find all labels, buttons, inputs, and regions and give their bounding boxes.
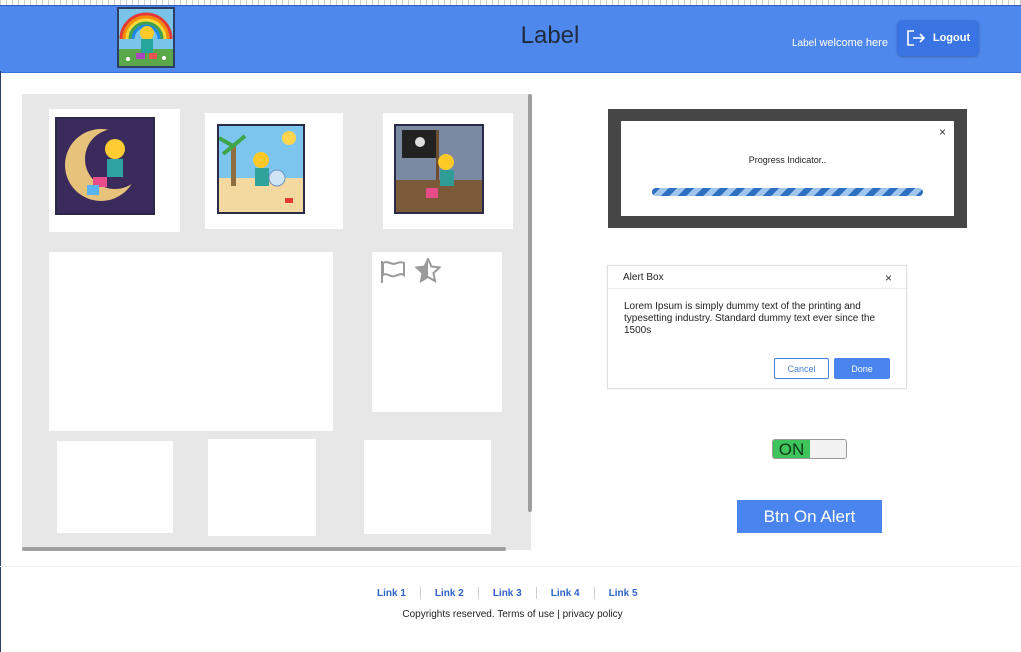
welcome-text: welcome here	[819, 37, 888, 49]
vertical-scrollbar[interactable]	[528, 94, 532, 512]
copyright-separator: |	[557, 609, 560, 620]
scroll-panel	[22, 94, 531, 550]
cancel-button[interactable]: Cancel	[774, 358, 829, 379]
progress-dialog: × Progress Indicator..	[608, 109, 967, 228]
toggle-on-label: ON	[773, 440, 810, 458]
footer-link-4[interactable]: Link 4	[551, 588, 580, 599]
logout-button[interactable]: Logout	[897, 20, 979, 56]
logout-icon	[907, 30, 925, 46]
footer-link-separator	[419, 587, 421, 599]
footer-divider	[0, 566, 1021, 567]
pixel-art-sun-creature-logo-icon	[119, 9, 173, 66]
alert-close-icon[interactable]: ×	[885, 271, 892, 285]
logout-label: Logout	[932, 32, 971, 44]
image-card-2[interactable]	[205, 113, 343, 229]
btn-on-alert-button[interactable]: Btn On Alert	[737, 500, 882, 533]
alert-divider	[608, 288, 908, 289]
progress-close-icon[interactable]: ×	[939, 125, 946, 139]
footer-link-separator	[477, 587, 479, 599]
footer-link-3[interactable]: Link 3	[493, 588, 522, 599]
flag-icon[interactable]	[380, 260, 406, 284]
copyright-line: Copyrights reserved. Terms of use | priv…	[0, 609, 1021, 620]
progress-label: Progress Indicator..	[748, 155, 827, 165]
crescent-moon-creature-icon	[57, 119, 153, 213]
logo-image[interactable]	[117, 7, 175, 68]
gallery-image-2[interactable]	[217, 124, 305, 214]
window-left-edge	[0, 71, 1, 652]
terms-of-use-link[interactable]: Copyrights reserved. Terms of use	[402, 609, 554, 620]
page-title: Label	[520, 22, 580, 49]
welcome-message: Label welcome here	[792, 37, 888, 49]
done-button[interactable]: Done	[834, 358, 890, 379]
horizontal-scrollbar[interactable]	[22, 547, 506, 551]
footer-links: Link 1 Link 2 Link 3 Link 4 Link 5	[377, 587, 638, 599]
alert-title: Alert Box	[623, 272, 664, 283]
footer-link-2[interactable]: Link 2	[435, 588, 464, 599]
welcome-user-label: Label	[792, 38, 817, 49]
on-off-toggle[interactable]: ON	[772, 439, 847, 459]
alert-box: Alert Box × Lorem Ipsum is simply dummy …	[607, 265, 908, 389]
image-card-3[interactable]	[383, 113, 513, 229]
footer-link-separator	[535, 587, 537, 599]
content-card-small-3	[364, 440, 491, 534]
pirate-ship-creature-icon	[396, 126, 482, 212]
gallery-image-3[interactable]	[394, 124, 484, 214]
footer-link-5[interactable]: Link 5	[609, 588, 638, 599]
footer-link-separator	[593, 587, 595, 599]
alert-message: Lorem Ipsum is simply dummy text of the …	[624, 301, 876, 336]
content-card-small-2	[208, 439, 316, 536]
header-bar: Label Label welcome here Logout	[0, 5, 1021, 73]
beach-palm-creature-icon	[219, 126, 303, 212]
half-star-icon[interactable]	[415, 258, 441, 283]
privacy-policy-link[interactable]: privacy policy	[563, 609, 623, 620]
content-card-actions	[372, 252, 502, 412]
gallery-image-1[interactable]	[55, 117, 155, 215]
content-card-small-1	[57, 441, 173, 533]
toggle-knob[interactable]	[810, 440, 846, 458]
image-card-1[interactable]	[49, 109, 180, 232]
progress-bar	[652, 188, 923, 196]
content-card-large	[49, 252, 333, 431]
progress-dialog-body: × Progress Indicator..	[621, 121, 954, 216]
footer-link-1[interactable]: Link 1	[377, 588, 406, 599]
